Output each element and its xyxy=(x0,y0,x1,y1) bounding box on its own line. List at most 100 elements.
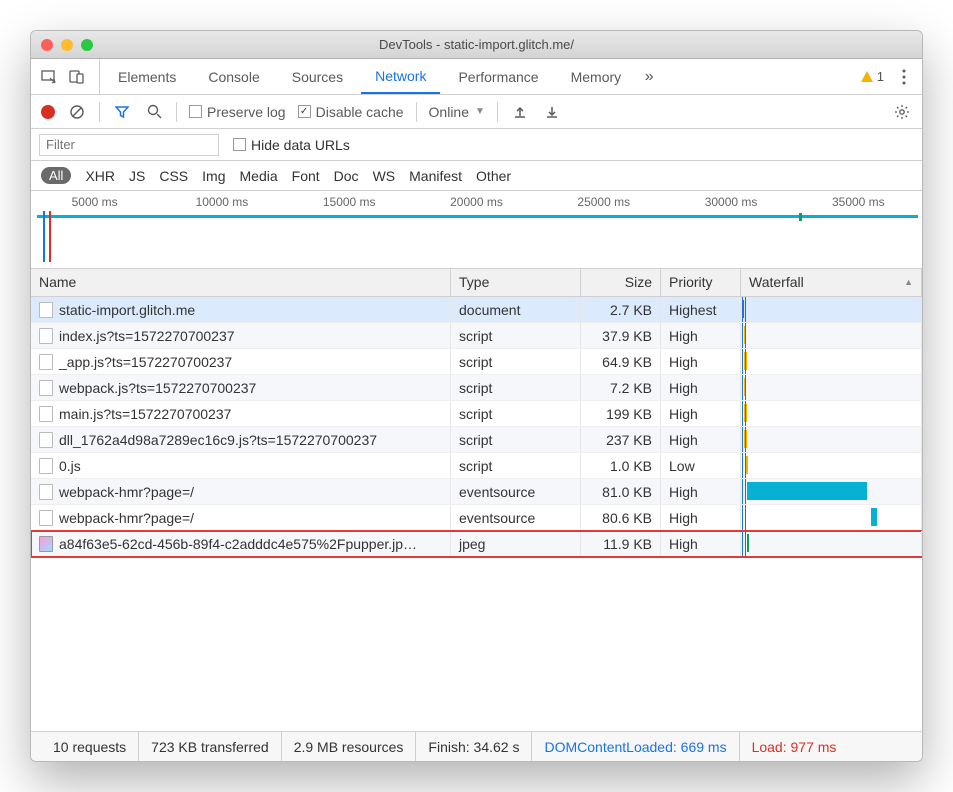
request-size: 7.2 KB xyxy=(581,375,661,400)
col-header-type[interactable]: Type xyxy=(451,269,581,296)
settings-gear-icon[interactable] xyxy=(892,102,912,122)
type-filter-img[interactable]: Img xyxy=(202,168,225,184)
upload-icon[interactable] xyxy=(510,102,530,122)
request-name: index.js?ts=1572270700237 xyxy=(59,328,235,344)
table-row[interactable]: dll_1762a4d98a7289ec16c9.js?ts=157227070… xyxy=(31,427,922,453)
requests-table: Name Type Size Priority Waterfall static… xyxy=(31,269,922,731)
waterfall-cell xyxy=(741,479,922,504)
type-filter-media[interactable]: Media xyxy=(240,168,278,184)
table-row[interactable]: webpack-hmr?page=/ eventsource80.6 KBHigh xyxy=(31,505,922,531)
search-icon[interactable] xyxy=(144,102,164,122)
request-size: 81.0 KB xyxy=(581,479,661,504)
table-row[interactable]: main.js?ts=1572270700237script199 KBHigh xyxy=(31,401,922,427)
table-row[interactable]: a84f63e5-62cd-456b-89f4-c2adddc4e575%2Fp… xyxy=(31,531,922,557)
request-size: 37.9 KB xyxy=(581,323,661,348)
request-type: script xyxy=(451,323,581,348)
request-priority: High xyxy=(661,531,741,556)
inspect-icon[interactable] xyxy=(39,67,59,87)
request-size: 237 KB xyxy=(581,427,661,452)
file-icon xyxy=(39,380,53,396)
clear-icon[interactable] xyxy=(67,102,87,122)
request-priority: High xyxy=(661,323,741,348)
status-resources: 2.9 MB resources xyxy=(282,732,417,761)
status-dcl: DOMContentLoaded: 669 ms xyxy=(532,732,739,761)
throttling-select[interactable]: Online▼ xyxy=(429,104,485,120)
type-filter-js[interactable]: JS xyxy=(129,168,145,184)
warning-count: 1 xyxy=(877,69,884,84)
request-type: eventsource xyxy=(451,479,581,504)
type-filter-font[interactable]: Font xyxy=(292,168,320,184)
status-transferred: 723 KB transferred xyxy=(139,732,282,761)
timeline-overview[interactable]: 5000 ms 10000 ms 15000 ms 20000 ms 25000… xyxy=(31,191,922,269)
devtools-window: DevTools - static-import.glitch.me/ Elem… xyxy=(30,30,923,762)
more-tabs-icon[interactable]: » xyxy=(639,67,659,87)
file-icon xyxy=(39,328,53,344)
request-priority: High xyxy=(661,401,741,426)
request-size: 80.6 KB xyxy=(581,505,661,530)
network-toolbar: Preserve log ✓Disable cache Online▼ xyxy=(31,95,922,129)
request-priority: High xyxy=(661,349,741,374)
request-size: 64.9 KB xyxy=(581,349,661,374)
tab-sources[interactable]: Sources xyxy=(278,59,357,94)
table-row[interactable]: static-import.glitch.medocument2.7 KBHig… xyxy=(31,297,922,323)
tab-network[interactable]: Network xyxy=(361,59,440,94)
file-icon xyxy=(39,302,53,318)
filter-input[interactable] xyxy=(39,134,219,156)
table-row[interactable]: webpack.js?ts=1572270700237script7.2 KBH… xyxy=(31,375,922,401)
request-size: 11.9 KB xyxy=(581,531,661,556)
request-name: webpack-hmr?page=/ xyxy=(59,510,194,526)
type-filter-manifest[interactable]: Manifest xyxy=(409,168,462,184)
device-toggle-icon[interactable] xyxy=(67,67,87,87)
request-name: _app.js?ts=1572270700237 xyxy=(59,354,232,370)
disable-cache-checkbox[interactable]: ✓Disable cache xyxy=(298,104,404,120)
col-header-name[interactable]: Name xyxy=(31,269,451,296)
status-finish: Finish: 34.62 s xyxy=(416,732,532,761)
type-filter-css[interactable]: CSS xyxy=(159,168,188,184)
request-size: 2.7 KB xyxy=(581,297,661,322)
tab-performance[interactable]: Performance xyxy=(444,59,552,94)
preserve-log-checkbox[interactable]: Preserve log xyxy=(189,104,286,120)
col-header-priority[interactable]: Priority xyxy=(661,269,741,296)
col-header-size[interactable]: Size xyxy=(581,269,661,296)
kebab-menu-icon[interactable] xyxy=(894,67,914,87)
table-row[interactable]: webpack-hmr?page=/ eventsource81.0 KBHigh xyxy=(31,479,922,505)
request-priority: Highest xyxy=(661,297,741,322)
status-bar: 10 requests 723 KB transferred 2.9 MB re… xyxy=(31,731,922,761)
waterfall-cell xyxy=(741,453,922,478)
tab-console[interactable]: Console xyxy=(194,59,273,94)
request-type: script xyxy=(451,427,581,452)
request-priority: High xyxy=(661,505,741,530)
warnings-badge[interactable]: 1 xyxy=(860,69,884,84)
type-filter-xhr[interactable]: XHR xyxy=(85,168,115,184)
file-icon xyxy=(39,354,53,370)
file-icon xyxy=(39,536,53,552)
waterfall-cell xyxy=(741,297,922,322)
request-priority: High xyxy=(661,479,741,504)
request-name: webpack-hmr?page=/ xyxy=(59,484,194,500)
file-icon xyxy=(39,406,53,422)
status-load: Load: 977 ms xyxy=(740,732,849,761)
hide-data-urls-checkbox[interactable]: Hide data URLs xyxy=(233,137,350,153)
download-icon[interactable] xyxy=(542,102,562,122)
tab-memory[interactable]: Memory xyxy=(557,59,636,94)
tab-elements[interactable]: Elements xyxy=(104,59,190,94)
type-filter-other[interactable]: Other xyxy=(476,168,511,184)
request-name: dll_1762a4d98a7289ec16c9.js?ts=157227070… xyxy=(59,432,377,448)
table-row[interactable]: _app.js?ts=1572270700237script64.9 KBHig… xyxy=(31,349,922,375)
type-filter-doc[interactable]: Doc xyxy=(334,168,359,184)
request-priority: High xyxy=(661,375,741,400)
type-filter-ws[interactable]: WS xyxy=(373,168,396,184)
type-filter-all[interactable]: All xyxy=(41,167,71,184)
request-name: a84f63e5-62cd-456b-89f4-c2adddc4e575%2Fp… xyxy=(59,536,417,552)
request-name: static-import.glitch.me xyxy=(59,302,195,318)
table-row[interactable]: 0.jsscript1.0 KBLow xyxy=(31,453,922,479)
waterfall-cell xyxy=(741,375,922,400)
file-icon xyxy=(39,484,53,500)
table-row[interactable]: index.js?ts=1572270700237 script37.9 KBHi… xyxy=(31,323,922,349)
request-type: script xyxy=(451,401,581,426)
type-filter-bar: All XHR JS CSS Img Media Font Doc WS Man… xyxy=(31,161,922,191)
col-header-waterfall[interactable]: Waterfall xyxy=(741,269,922,296)
filter-icon[interactable] xyxy=(112,102,132,122)
record-button[interactable] xyxy=(41,105,55,119)
request-type: eventsource xyxy=(451,505,581,530)
